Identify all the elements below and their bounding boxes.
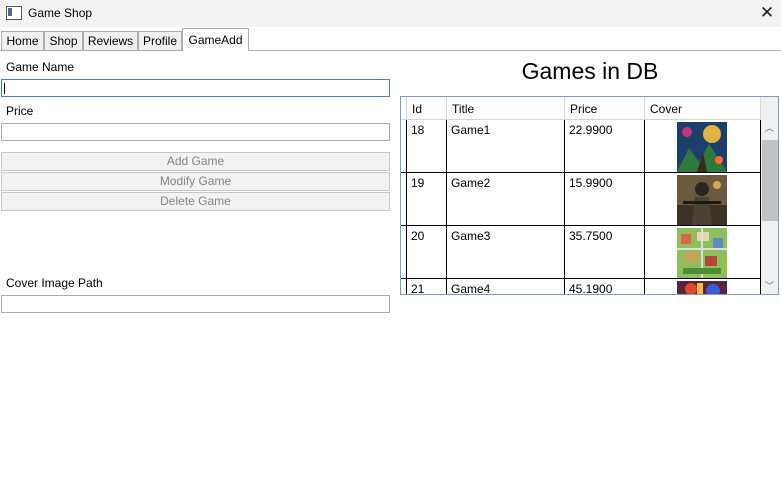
text-caret xyxy=(4,83,5,94)
cover-image-game1 xyxy=(677,122,727,172)
column-header-price[interactable]: Price xyxy=(565,97,645,120)
cell-title[interactable]: Game2 xyxy=(447,173,565,226)
cell-id[interactable]: 18 xyxy=(407,120,447,173)
cell-cover[interactable] xyxy=(645,226,761,279)
table-row[interactable]: 20 Game3 35.7500 xyxy=(401,226,761,279)
price-input[interactable] xyxy=(1,123,390,141)
game-name-input[interactable] xyxy=(1,79,390,97)
app-window-icon xyxy=(6,6,22,20)
tab-gameadd[interactable]: GameAdd xyxy=(182,28,249,51)
cell-title[interactable]: Game1 xyxy=(447,120,565,173)
cover-path-input[interactable] xyxy=(1,295,390,313)
cell-price[interactable]: 22.9900 xyxy=(565,120,645,173)
cell-cover[interactable] xyxy=(645,173,761,226)
game-name-label: Game Name xyxy=(6,60,75,74)
scrollbar-thumb[interactable] xyxy=(762,140,778,221)
games-datagrid[interactable]: Id Title Price Cover 18 Game1 22.9900 19… xyxy=(400,96,779,295)
cell-title[interactable]: Game3 xyxy=(447,226,565,279)
title-bar: Game Shop ✕ xyxy=(0,0,781,27)
delete-game-button[interactable]: Delete Game xyxy=(1,192,390,211)
cell-id[interactable]: 21 xyxy=(407,279,447,294)
games-heading: Games in DB xyxy=(521,58,659,84)
cell-cover[interactable] xyxy=(645,279,761,294)
cell-price[interactable]: 15.9900 xyxy=(565,173,645,226)
cover-image-game4 xyxy=(677,281,727,294)
tab-shop[interactable]: Shop xyxy=(44,31,83,50)
cell-title[interactable]: Game4 xyxy=(447,279,565,294)
price-label: Price xyxy=(6,104,34,118)
scroll-up-arrow-icon[interactable]: ︿ xyxy=(761,121,778,135)
column-header-id[interactable]: Id xyxy=(407,97,447,120)
cover-path-label: Cover Image Path xyxy=(6,276,103,290)
tab-profile[interactable]: Profile xyxy=(138,31,182,50)
cover-image-game3 xyxy=(677,228,727,278)
cell-price[interactable]: 45.1900 xyxy=(565,279,645,294)
cell-cover[interactable] xyxy=(645,120,761,173)
scroll-down-arrow-icon[interactable]: ﹀ xyxy=(761,279,778,293)
tab-home[interactable]: Home xyxy=(1,31,44,50)
cell-price[interactable]: 35.7500 xyxy=(565,226,645,279)
column-header-cover[interactable]: Cover xyxy=(645,97,761,120)
cell-id[interactable]: 19 xyxy=(407,173,447,226)
tab-reviews[interactable]: Reviews xyxy=(83,31,138,50)
add-game-button[interactable]: Add Game xyxy=(1,152,390,171)
table-row[interactable]: 19 Game2 15.9900 xyxy=(401,173,761,226)
window-title: Game Shop xyxy=(28,6,93,20)
cell-id[interactable]: 20 xyxy=(407,226,447,279)
cover-image-game2 xyxy=(677,175,727,225)
vertical-scrollbar[interactable]: ︿ ﹀ xyxy=(761,97,778,294)
table-row[interactable]: 18 Game1 22.9900 xyxy=(401,120,761,173)
modify-game-button[interactable]: Modify Game xyxy=(1,172,390,191)
column-header-title[interactable]: Title xyxy=(447,97,565,120)
table-row[interactable]: 21 Game4 45.1900 xyxy=(401,279,761,294)
close-button[interactable]: ✕ xyxy=(755,2,779,24)
